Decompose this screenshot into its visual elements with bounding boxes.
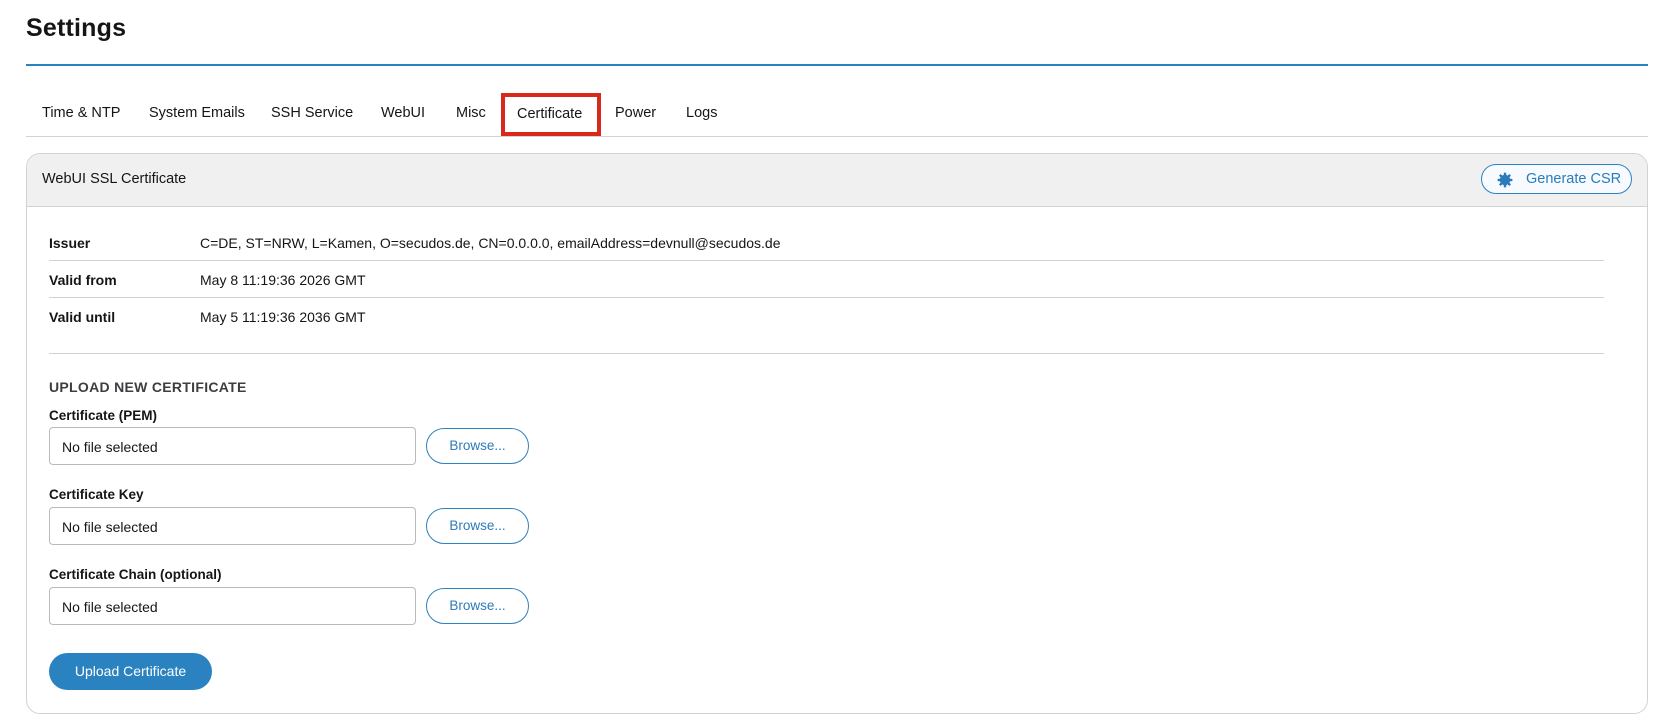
file-input-value: No file selected bbox=[62, 599, 158, 615]
panel-header: WebUI SSL Certificate Generate CSR bbox=[27, 154, 1647, 207]
tab-misc[interactable]: Misc bbox=[456, 93, 486, 136]
tab-time-ntp[interactable]: Time & NTP bbox=[42, 93, 120, 136]
cert-info-key: Valid until bbox=[49, 309, 116, 325]
panel-title: WebUI SSL Certificate bbox=[42, 171, 187, 187]
certificate-chain-browse-button[interactable]: Browse... bbox=[426, 588, 529, 624]
ssl-certificate-panel: WebUI SSL Certificate Generate CSR Issue… bbox=[26, 153, 1648, 714]
cert-info-row-valid-from: Valid from May 8 11:19:36 2026 GMT bbox=[49, 261, 1604, 298]
page-title: Settings bbox=[26, 14, 127, 42]
cert-info-value: C=DE, ST=NRW, L=Kamen, O=secudos.de, CN=… bbox=[200, 235, 781, 251]
cert-info-value: May 8 11:19:36 2026 GMT bbox=[200, 272, 366, 288]
upload-certificate-button[interactable]: Upload Certificate bbox=[49, 653, 212, 690]
file-input-value: No file selected bbox=[62, 439, 158, 455]
upload-section-title: UPLOAD NEW CERTIFICATE bbox=[49, 379, 247, 395]
certificate-pem-label: Certificate (PEM) bbox=[49, 408, 158, 423]
certificate-chain-file-input[interactable]: No file selected bbox=[49, 587, 416, 625]
certificate-key-browse-button[interactable]: Browse... bbox=[426, 508, 529, 544]
gear-icon bbox=[1497, 172, 1513, 188]
certificate-chain-label: Certificate Chain (optional) bbox=[49, 567, 222, 582]
tab-certificate[interactable]: Certificate bbox=[501, 93, 601, 136]
certificate-key-file-input[interactable]: No file selected bbox=[49, 507, 416, 545]
settings-tabs: Time & NTP System Emails SSH Service Web… bbox=[26, 93, 1648, 137]
certificate-pem-browse-button[interactable]: Browse... bbox=[426, 428, 529, 464]
cert-info-key: Valid from bbox=[49, 272, 117, 288]
certificate-key-label: Certificate Key bbox=[49, 487, 144, 502]
section-divider bbox=[49, 353, 1604, 354]
tab-ssh-service[interactable]: SSH Service bbox=[271, 93, 353, 136]
tab-logs[interactable]: Logs bbox=[686, 93, 717, 136]
cert-info-row-issuer: Issuer C=DE, ST=NRW, L=Kamen, O=secudos.… bbox=[49, 224, 1604, 261]
cert-info-row-valid-until: Valid until May 5 11:19:36 2036 GMT bbox=[49, 298, 1604, 335]
certificate-pem-file-input[interactable]: No file selected bbox=[49, 427, 416, 465]
tab-webui[interactable]: WebUI bbox=[381, 93, 425, 136]
tab-system-emails[interactable]: System Emails bbox=[149, 93, 245, 136]
file-input-value: No file selected bbox=[62, 519, 158, 535]
cert-info-value: May 5 11:19:36 2036 GMT bbox=[200, 309, 366, 325]
generate-csr-label: Generate CSR bbox=[1526, 171, 1622, 187]
title-divider bbox=[26, 64, 1648, 66]
tab-power[interactable]: Power bbox=[615, 93, 656, 136]
generate-csr-button[interactable]: Generate CSR bbox=[1481, 164, 1632, 194]
cert-info-key: Issuer bbox=[49, 235, 91, 251]
